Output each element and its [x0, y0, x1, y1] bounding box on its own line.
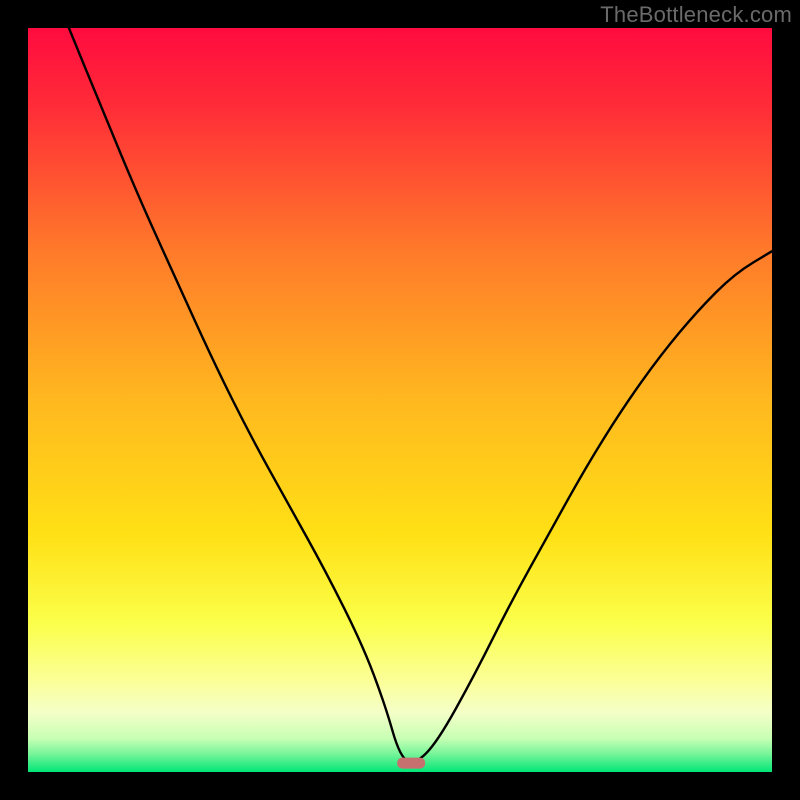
- optimum-marker: [397, 758, 425, 769]
- bottleneck-plot: [28, 28, 772, 772]
- plot-background: [28, 28, 772, 772]
- watermark-text: TheBottleneck.com: [600, 2, 792, 28]
- chart-frame: TheBottleneck.com: [0, 0, 800, 800]
